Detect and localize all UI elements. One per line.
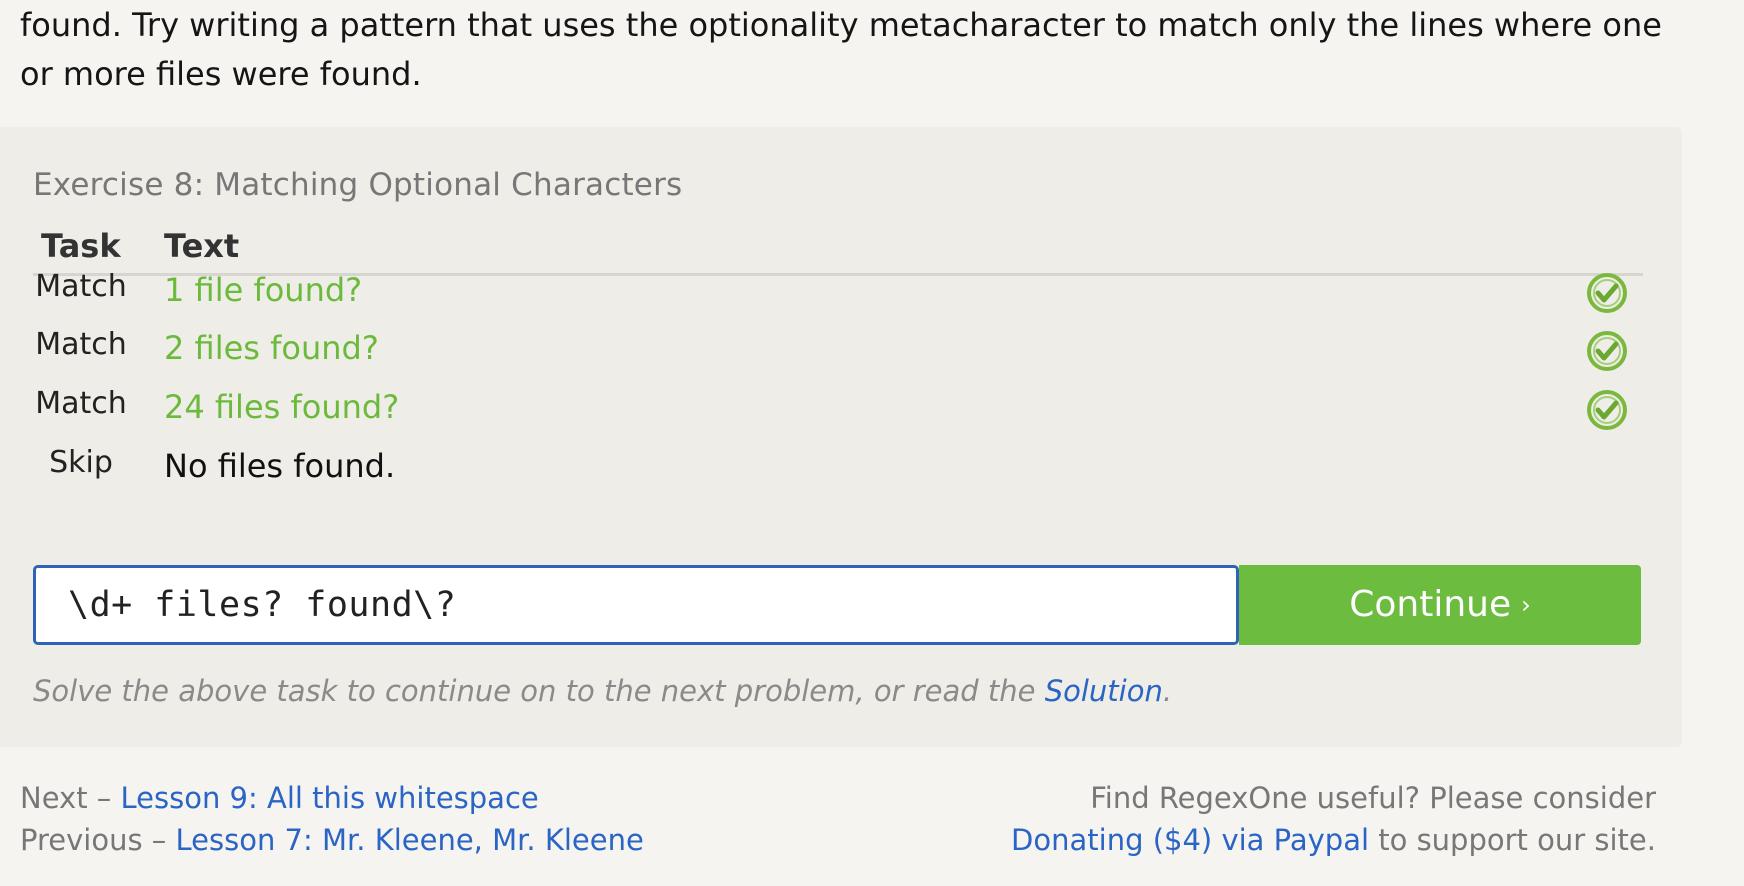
row-text: 2 files found? bbox=[164, 329, 379, 367]
exercise-panel: Exercise 8: Matching Optional Characters… bbox=[0, 127, 1682, 747]
row-text: 1 file found? bbox=[164, 271, 363, 309]
solution-link[interactable]: Solution bbox=[1045, 674, 1163, 708]
hint-text: Solve the above task to continue on to t… bbox=[33, 674, 1172, 708]
row-task-label: Skip bbox=[49, 445, 113, 480]
donation-line-2: Donating ($4) via Paypal to support our … bbox=[1011, 819, 1656, 861]
check-circle-icon bbox=[1587, 390, 1627, 430]
chevron-right-icon: › bbox=[1521, 591, 1531, 619]
continue-button-label: Continue bbox=[1349, 584, 1512, 625]
next-lesson-line: Next – Lesson 9: All this whitespace bbox=[20, 781, 539, 815]
lesson-description-line-1: found. Try writing a pattern that uses t… bbox=[20, 6, 1662, 44]
previous-lesson-link[interactable]: Lesson 7: Mr. Kleene, Mr. Kleene bbox=[176, 823, 644, 857]
row-task-label: Match bbox=[35, 386, 127, 421]
donation-note: Find RegexOne useful? Please consider Do… bbox=[1011, 777, 1656, 861]
row-task-label: Match bbox=[35, 269, 127, 304]
column-header-task: Task bbox=[41, 227, 121, 265]
continue-button[interactable]: Continue › bbox=[1239, 565, 1641, 645]
row-text: No files found. bbox=[164, 447, 396, 485]
next-label: Next bbox=[20, 781, 88, 815]
table-row: Match 24 files found? bbox=[33, 386, 1643, 446]
table-row: Match 1 file found? bbox=[33, 269, 1643, 329]
donate-paypal-link[interactable]: Donating ($4) via Paypal bbox=[1011, 823, 1369, 857]
check-circle-icon bbox=[1587, 331, 1627, 371]
row-task-label: Match bbox=[35, 327, 127, 362]
donation-suffix: to support our site. bbox=[1378, 823, 1656, 857]
lesson-description: found. Try writing a pattern that uses t… bbox=[20, 1, 1680, 99]
regex-input-wrapper bbox=[33, 565, 1239, 645]
table-row: Match 2 files found? bbox=[33, 327, 1643, 387]
row-text: 24 files found? bbox=[164, 388, 400, 426]
exercise-title: Exercise 8: Matching Optional Characters bbox=[33, 167, 683, 203]
lesson-description-line-2: or more files were found. bbox=[20, 55, 422, 93]
hint-suffix: . bbox=[1162, 674, 1173, 708]
hint-prefix: Solve the above task to continue on to t… bbox=[33, 674, 1045, 708]
donation-line-1: Find RegexOne useful? Please consider bbox=[1090, 781, 1656, 815]
previous-label: Previous bbox=[20, 823, 143, 857]
lesson-navigation: Next – Lesson 9: All this whitespace Pre… bbox=[20, 777, 644, 861]
table-row: Skip No files found. bbox=[33, 445, 1643, 505]
regex-input[interactable] bbox=[36, 568, 1236, 642]
next-lesson-link[interactable]: Lesson 9: All this whitespace bbox=[121, 781, 539, 815]
column-header-text: Text bbox=[164, 227, 240, 265]
previous-lesson-line: Previous – Lesson 7: Mr. Kleene, Mr. Kle… bbox=[20, 823, 644, 857]
check-circle-icon bbox=[1587, 273, 1627, 313]
